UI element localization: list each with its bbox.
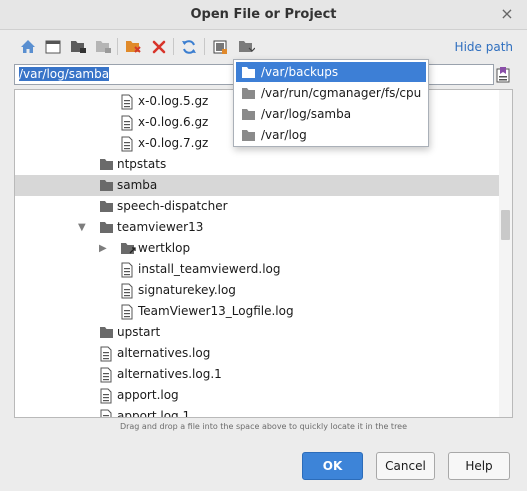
folder-icon [99,157,115,173]
toolbar: Hide path [0,30,527,62]
popup-item[interactable]: /var/log [236,125,426,145]
tree-row-label: TeamViewer13_Logfile.log [138,304,294,318]
toolbar-separator [204,38,205,55]
delete-icon[interactable] [150,38,168,55]
file-icon [99,346,115,362]
folder-icon [241,107,257,121]
desktop-icon[interactable] [44,38,62,55]
toolbar-separator [117,38,118,55]
recent-paths-popup: /var/backups/var/run/cgmanager/fs/cpu/va… [233,59,429,147]
tree-row-folder[interactable]: ntpstats [15,154,500,175]
tree-row-label: apport.log.1 [117,409,191,418]
tree-row-folder[interactable]: upstart [15,322,500,343]
tree-row-label: x-0.log.5.gz [138,94,209,108]
ok-button[interactable]: OK [302,452,363,480]
folder-icon [99,325,115,341]
tree-row-label: apport.log [117,388,179,402]
delete-folder-icon[interactable] [124,38,142,55]
tree-row-folder[interactable]: ▶ wertklop [15,238,500,259]
folder-up-icon[interactable] [94,38,112,55]
file-icon [120,283,136,299]
folder-icon [99,220,115,236]
tree-row-folder[interactable]: samba [15,175,500,196]
tree-row-file[interactable]: TeamViewer13_Logfile.log [15,301,500,322]
folder-icon [99,178,115,194]
file-icon [99,388,115,404]
expand-arrow-icon[interactable]: ▼ [78,217,86,238]
tree-scrollbar[interactable] [499,90,512,417]
toolbar-separator [173,38,174,55]
file-icon [120,94,136,110]
hide-path-link[interactable]: Hide path [455,40,513,54]
scrollbar-thumb[interactable] [501,210,510,240]
popup-item-label: /var/log [261,128,307,142]
tree-row-label: x-0.log.7.gz [138,136,209,150]
help-button[interactable]: Help [448,452,510,480]
bookmark-path-icon[interactable] [494,64,512,85]
close-icon[interactable]: × [499,5,515,23]
file-icon [120,304,136,320]
folder-icon [99,199,115,215]
tree-row-file[interactable]: signaturekey.log [15,280,500,301]
dialog-title: Open File or Project [190,7,337,22]
tree-row-file[interactable]: apport.log.1 [15,406,500,418]
file-icon [120,136,136,152]
tree-row-file[interactable]: alternatives.log.1 [15,364,500,385]
home-icon[interactable] [19,38,37,55]
popup-item[interactable]: /var/backups [236,62,426,82]
tree-row-file[interactable]: apport.log [15,385,500,406]
collapse-arrow-icon[interactable]: ▶ [99,238,107,259]
tree-row-label: ntpstats [117,157,167,171]
bookmarks-icon[interactable] [237,38,255,55]
tree-row-label: install_teamviewerd.log [138,262,281,276]
tree-row-file[interactable]: alternatives.log [15,343,500,364]
drag-drop-hint: Drag and drop a file into the space abov… [119,422,408,431]
popup-item[interactable]: /var/log/samba [236,104,426,124]
title-bar: Open File or Project × [0,0,527,30]
file-icon [120,262,136,278]
folder-link-icon [120,241,136,257]
tree-row-label: samba [117,178,158,192]
new-folder-icon[interactable] [69,38,87,55]
tree-row-folder[interactable]: ▼ teamviewer13 [15,217,500,238]
tree-row-label: alternatives.log [117,346,211,360]
tree-row-label: teamviewer13 [117,220,204,234]
file-icon [120,115,136,131]
path-value: /var/log/samba [19,67,110,81]
cancel-button[interactable]: Cancel [376,452,435,480]
popup-item-label: /var/log/samba [261,107,352,121]
folder-icon [241,128,257,142]
popup-item-label: /var/run/cgmanager/fs/cpu [261,86,422,100]
show-hidden-icon[interactable] [211,38,229,55]
file-icon [99,409,115,417]
tree-row-file[interactable]: install_teamviewerd.log [15,259,500,280]
popup-item-label: /var/backups [261,65,339,79]
popup-item[interactable]: /var/run/cgmanager/fs/cpu [236,83,426,103]
tree-row-label: x-0.log.6.gz [138,115,209,129]
folder-icon [241,65,257,79]
tree-row-label: wertklop [138,241,191,255]
tree-row-label: speech-dispatcher [117,199,228,213]
refresh-icon[interactable] [180,38,198,55]
tree-row-label: upstart [117,325,161,339]
file-icon [99,367,115,383]
folder-icon [241,86,257,100]
tree-row-label: signaturekey.log [138,283,236,297]
tree-row-label: alternatives.log.1 [117,367,222,381]
tree-row-folder[interactable]: speech-dispatcher [15,196,500,217]
